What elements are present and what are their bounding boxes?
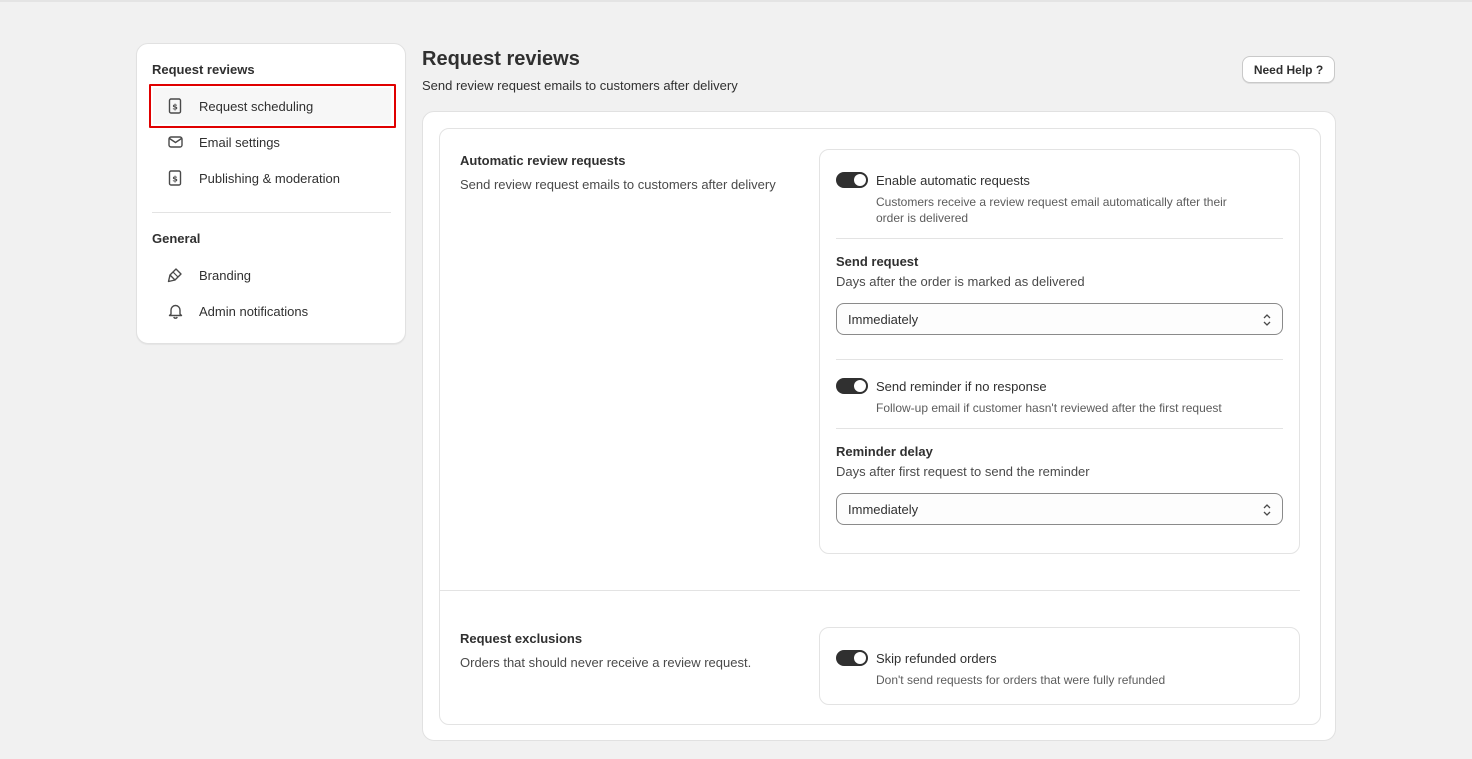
- page-title: Request reviews: [422, 48, 580, 70]
- section-divider: [440, 590, 1300, 591]
- send-request-value: Immediately: [848, 311, 919, 327]
- sidebar-item-label: Admin notifications: [199, 303, 309, 319]
- settings-sidebar: Request reviews $ Request scheduling Ema…: [136, 43, 406, 344]
- skip-refunded-toggle[interactable]: [836, 650, 868, 666]
- reminder-delay-help: Days after first request to send the rem…: [836, 464, 1090, 479]
- receipt-icon: $: [167, 170, 183, 186]
- sidebar-item-publishing-moderation[interactable]: $ Publishing & moderation: [153, 160, 391, 196]
- sidebar-item-email-settings[interactable]: Email settings: [153, 124, 391, 160]
- settings-card: Automatic review requests Send review re…: [422, 111, 1336, 741]
- enable-automatic-toggle[interactable]: [836, 172, 868, 188]
- reminder-delay-select[interactable]: Immediately: [836, 493, 1283, 525]
- enable-automatic-help: Customers receive a review request email…: [876, 194, 1227, 226]
- sidebar-heading-general: General: [152, 231, 201, 246]
- page-subtitle: Send review request emails to customers …: [422, 78, 738, 93]
- enable-automatic-label: Enable automatic requests: [876, 173, 1030, 188]
- sidebar-heading-request-reviews: Request reviews: [152, 62, 255, 77]
- skip-refunded-label: Skip refunded orders: [876, 651, 997, 666]
- settings-inner-card: Automatic review requests Send review re…: [439, 128, 1321, 725]
- panel-divider: [836, 428, 1283, 429]
- send-request-help: Days after the order is marked as delive…: [836, 274, 1085, 289]
- send-request-label: Send request: [836, 254, 919, 269]
- automatic-section-title: Automatic review requests: [460, 153, 626, 168]
- need-help-button[interactable]: Need Help ?: [1242, 56, 1335, 83]
- sidebar-divider: [152, 212, 391, 213]
- send-reminder-help: Follow-up email if customer hasn't revie…: [876, 401, 1222, 415]
- panel-divider: [836, 238, 1283, 239]
- paint-brush-icon: [167, 267, 183, 283]
- select-chevron-icon: [1263, 314, 1271, 326]
- sidebar-item-label: Request scheduling: [199, 98, 314, 114]
- reminder-delay-value: Immediately: [848, 501, 919, 517]
- sidebar-item-label: Email settings: [199, 134, 280, 150]
- reminder-delay-label: Reminder delay: [836, 444, 933, 459]
- send-request-select[interactable]: Immediately: [836, 303, 1283, 335]
- bell-icon: [167, 303, 183, 319]
- svg-text:$: $: [172, 175, 178, 184]
- top-border: [0, 0, 1472, 2]
- sidebar-item-branding[interactable]: Branding: [153, 257, 391, 293]
- enable-automatic-help-line: Customers receive a review request email…: [876, 195, 1227, 209]
- automatic-section-description: Send review request emails to customers …: [460, 177, 776, 192]
- sidebar-item-label: Branding: [199, 267, 252, 283]
- automatic-settings-panel: Enable automatic requests Customers rece…: [819, 149, 1300, 554]
- sidebar-item-label: Publishing & moderation: [199, 170, 340, 186]
- exclusions-section-description: Orders that should never receive a revie…: [460, 655, 752, 670]
- skip-refunded-help: Don't send requests for orders that were…: [876, 673, 1166, 687]
- exclusions-panel: Skip refunded orders Don't send requests…: [819, 627, 1300, 705]
- send-reminder-label: Send reminder if no response: [876, 379, 1047, 394]
- sidebar-item-admin-notifications[interactable]: Admin notifications: [153, 293, 391, 329]
- svg-text:$: $: [172, 103, 178, 112]
- send-reminder-toggle[interactable]: [836, 378, 868, 394]
- sidebar-item-request-scheduling[interactable]: $ Request scheduling: [153, 88, 391, 124]
- enable-automatic-help-line: order is delivered: [876, 211, 969, 225]
- panel-divider: [836, 359, 1283, 360]
- receipt-icon: $: [167, 98, 183, 114]
- exclusions-section-title: Request exclusions: [460, 631, 583, 646]
- email-icon: [167, 134, 183, 150]
- select-chevron-icon: [1263, 504, 1271, 516]
